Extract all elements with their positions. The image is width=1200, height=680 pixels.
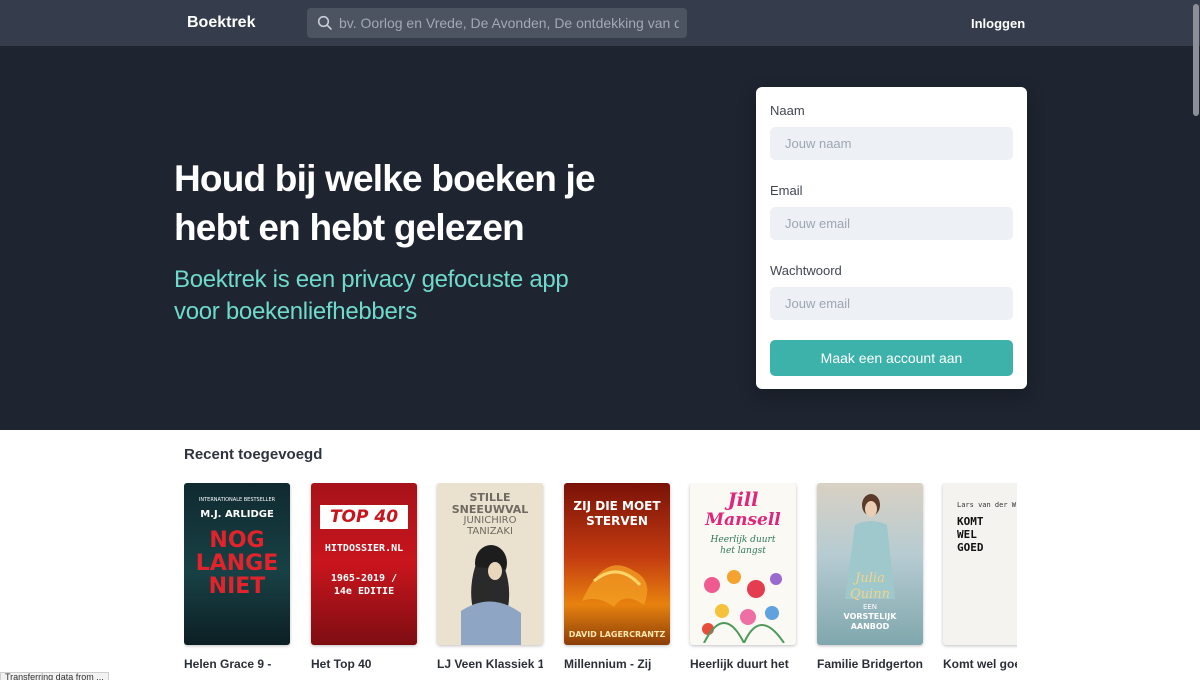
brand-logo[interactable]: Boektrek [187,14,255,32]
book-cover[interactable]: Julia Quinn EEN VORSTELIJK AANBOD [817,483,923,645]
page-scrollbar[interactable] [1192,0,1200,680]
hero-subtitle: Boektrek is een privacy gefocuste app vo… [174,266,569,325]
cover-text: GOED [957,541,984,554]
book-title[interactable]: LJ Veen Klassiek 1 [437,657,543,672]
cover-text: DAVID LAGERCRANTZ [568,630,666,639]
cover-text: LANGE [195,551,279,576]
book-cover[interactable]: Lars van der W KOMT WEL GOED [943,483,1017,645]
book-title[interactable]: Het Top 40 [311,657,417,672]
password-field[interactable] [770,287,1013,320]
cover-text: Julia [855,571,885,586]
cover-text: ZIJ DIE MOET [573,499,661,513]
book-cover[interactable]: ZIJ DIE MOET STERVEN DAVID LAGERCRANTZ [564,483,670,645]
cover-text: JUNICHIRO [463,515,517,526]
cover-text: EEN [862,603,878,611]
cover-text: STERVEN [586,514,648,528]
email-field[interactable] [770,207,1013,240]
signup-card: Naam Email Wachtwoord Maak een account a… [756,87,1027,389]
search-icon [317,15,332,30]
search-box[interactable] [307,8,687,38]
browser-status-bar: Transferring data from ... [0,672,109,680]
cover-text: 14e EDITIE [333,586,395,597]
scrollbar-thumb[interactable] [1193,4,1199,116]
book-card[interactable]: TOP 40 HITDOSSIER.NL 1965-2019 / 14e EDI… [311,483,417,672]
cover-text: 1965-2019 / [330,573,398,584]
book-card[interactable]: Julia Quinn EEN VORSTELIJK AANBOD Famili… [817,483,923,672]
book-title[interactable]: Komt wel goe [943,657,1017,672]
login-link[interactable]: Inloggen [971,16,1025,31]
cover-text: TANIZAKI [467,526,513,537]
cover-text: Lars van der W [957,501,1017,509]
flowers-illustration [702,570,785,643]
hero-title: Houd bij welke boeken je hebt en hebt ge… [174,158,596,248]
book-cover[interactable]: STILLE SNEEUWVAL JUNICHIRO TANIZAKI [437,483,543,645]
password-label: Wachtwoord [770,263,842,278]
book-title[interactable]: Helen Grace 9 - [184,657,290,672]
book-cover[interactable]: TOP 40 HITDOSSIER.NL 1965-2019 / 14e EDI… [311,483,417,645]
cover-text: Quinn [850,587,890,602]
recent-heading: Recent toegevoegd [184,446,323,463]
book-cover[interactable]: INTERNATIONALE BESTSELLER M.J. ARLIDGE N… [184,483,290,645]
cover-text: HITDOSSIER.NL [324,543,404,554]
cover-text: het langst [720,546,766,556]
cover-text: INTERNATIONALE BESTSELLER [198,497,276,503]
cover-text: Heerlijk duurt [710,535,776,545]
book-card[interactable]: Lars van der W KOMT WEL GOED Komt wel go… [943,483,1017,672]
dragon-illustration [582,565,648,607]
cover-text: TOP 40 [320,505,408,529]
book-card[interactable]: INTERNATIONALE BESTSELLER M.J. ARLIDGE N… [184,483,290,672]
cover-text: VORSTELIJK [843,612,897,621]
search-input[interactable] [339,8,679,38]
cover-text: M.J. ARLIDGE [200,509,274,520]
cover-text: Jill [727,489,759,511]
book-card[interactable]: STILLE SNEEUWVAL JUNICHIRO TANIZAKI LJ V… [437,483,543,672]
book-title[interactable]: Millennium - Zij [564,657,670,672]
book-card[interactable]: ZIJ DIE MOET STERVEN DAVID LAGERCRANTZ M… [564,483,670,672]
cover-text: WEL [957,528,977,541]
name-label: Naam [770,103,805,118]
top-navbar: Boektrek Inloggen [0,0,1200,46]
cover-text: NIET [208,574,266,599]
book-card[interactable]: Jill Mansell Heerlijk duurt het langst H… [690,483,796,672]
cover-text: AANBOD [850,622,890,631]
create-account-button[interactable]: Maak een account aan [770,340,1013,376]
book-cover[interactable]: Jill Mansell Heerlijk duurt het langst [690,483,796,645]
cover-text: KOMT [957,515,984,528]
email-label: Email [770,183,803,198]
cover-text: NOG [209,528,265,553]
cover-text: Mansell [705,510,781,530]
book-title[interactable]: Heerlijk duurt het [690,657,796,672]
name-field[interactable] [770,127,1013,160]
cover-illustration [461,545,521,645]
recent-books-row: INTERNATIONALE BESTSELLER M.J. ARLIDGE N… [184,483,1017,680]
book-title[interactable]: Familie Bridgerton [817,657,923,672]
